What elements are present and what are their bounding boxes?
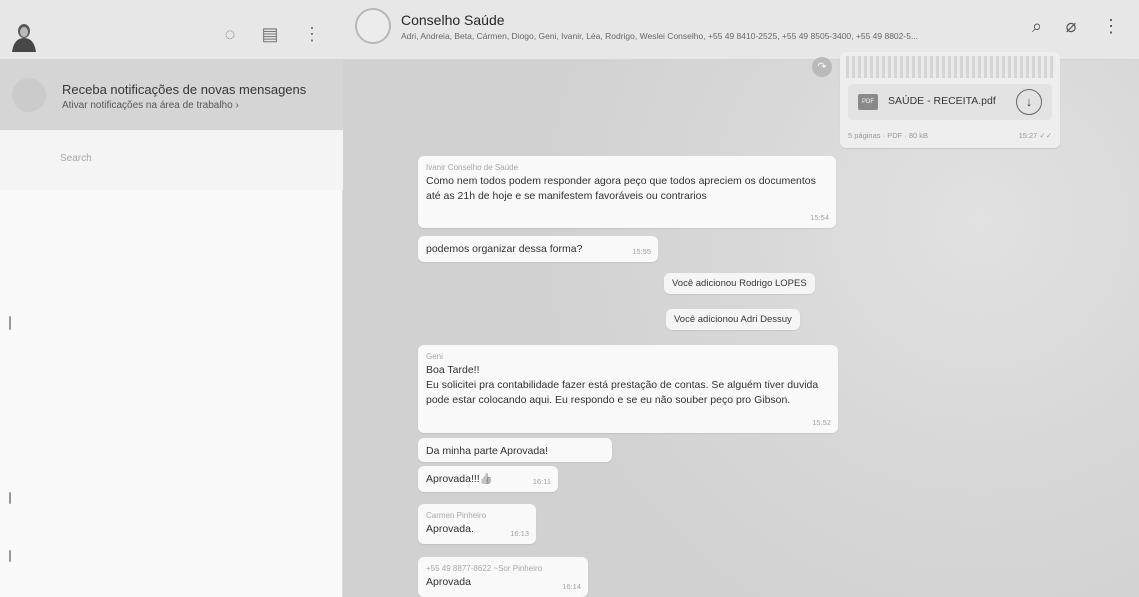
system-message: Você adicionou Rodrigo LOPES	[664, 273, 815, 294]
pdf-preview	[846, 56, 1054, 78]
pdf-meta: 5 páginas · PDF · 80 kB	[848, 131, 929, 140]
message-sender: Carmen Pinheiro	[426, 511, 487, 520]
message-sender: Ivanir Conselho de Saúde	[426, 163, 519, 172]
pdf-file-row[interactable]: PDF SAÚDE - RECEITA.pdf ↓	[848, 84, 1052, 120]
group-members: Adri, Andreia, Beta, Cármen, Diogo, Geni…	[401, 31, 919, 41]
message-time: 16:13	[510, 529, 529, 538]
message-bubble[interactable]: +55 49 8877-8622 ~Sor Pinheiro Aprovada …	[418, 557, 588, 597]
pdf-filename: SAÚDE - RECEITA.pdf	[888, 95, 996, 107]
chat-list-item[interactable]	[9, 492, 11, 504]
message-text: Aprovada	[426, 576, 471, 588]
new-chat-icon[interactable]: ▤	[258, 22, 282, 46]
message-bubble[interactable]: Da minha parte Aprovada!	[418, 438, 612, 462]
forward-icon[interactable]: ↷	[812, 57, 832, 77]
search-icon[interactable]: ⌕	[1025, 14, 1049, 38]
message-sender: +55 49 8877-8622 ~Sor Pinheiro	[426, 564, 543, 573]
sidebar-header: ◌ ▤ ⋮	[0, 0, 343, 60]
group-avatar[interactable]	[355, 8, 391, 44]
message-time: 15:52	[812, 418, 831, 427]
whatsapp-web-window: ◌ ▤ ⋮ Receba notificações de novas mensa…	[0, 0, 1139, 597]
system-message: Você adicionou Adri Dessuy	[666, 309, 800, 330]
search-bar[interactable]	[0, 130, 343, 190]
message-bubble[interactable]: Geni Boa Tarde!! Eu solicitei pra contab…	[418, 345, 838, 433]
message-text: Eu solicitei pra contabilidade fazer est…	[426, 379, 819, 406]
message-bubble[interactable]: Ivanir Conselho de Saúde Como nem todos …	[418, 156, 836, 228]
message-text: Da minha parte Aprovada!	[426, 445, 548, 457]
enable-notifications-link[interactable]: Ativar notificações na área de trabalho …	[62, 100, 239, 111]
pdf-icon: PDF	[858, 94, 878, 110]
chat-list-item[interactable]	[9, 550, 11, 562]
user-avatar[interactable]	[8, 20, 40, 52]
message-bubble[interactable]: podemos organizar dessa forma? 15:55	[418, 236, 658, 262]
message-text: Aprovada.	[426, 523, 474, 535]
message-bubble[interactable]: Carmen Pinheiro Aprovada. 16:13	[418, 504, 536, 544]
notification-banner[interactable]: Receba notificações de novas mensagens A…	[0, 60, 343, 130]
message-time: 16:14	[562, 582, 581, 591]
message-sender: Geni	[426, 352, 443, 361]
chat-list-item[interactable]	[9, 316, 11, 330]
message-time: 15:55	[632, 247, 651, 256]
message-time: 16:11	[532, 477, 551, 486]
chat-header[interactable]: Conselho Saúde Adri, Andreia, Beta, Cárm…	[343, 0, 1139, 60]
chat-title: Conselho Saúde	[401, 12, 505, 28]
menu-icon[interactable]: ⋮	[300, 22, 324, 46]
notification-title: Receba notificações de novas mensagens	[62, 82, 307, 97]
chat-list[interactable]	[0, 190, 343, 597]
download-icon[interactable]: ↓	[1016, 89, 1042, 115]
message-text: podemos organizar dessa forma?	[426, 243, 583, 255]
message-text: Aprovada!!!👍	[426, 473, 493, 485]
pdf-message[interactable]: PDF SAÚDE - RECEITA.pdf ↓ 5 páginas · PD…	[840, 52, 1060, 148]
message-time: 15:54	[810, 213, 829, 222]
search-input[interactable]: Search	[60, 153, 92, 164]
message-text: Como nem todos podem responder agora peç…	[426, 175, 816, 202]
message-time: 15:27 ✓✓	[1018, 131, 1052, 140]
bell-icon	[12, 78, 46, 112]
menu-icon[interactable]: ⋮	[1099, 14, 1123, 38]
message-text: Boa Tarde!!	[426, 364, 480, 376]
message-bubble[interactable]: Aprovada!!!👍 16:11	[418, 466, 558, 492]
status-icon[interactable]: ◌	[218, 22, 242, 46]
paperclip-icon[interactable]: ⌀	[1059, 14, 1083, 38]
